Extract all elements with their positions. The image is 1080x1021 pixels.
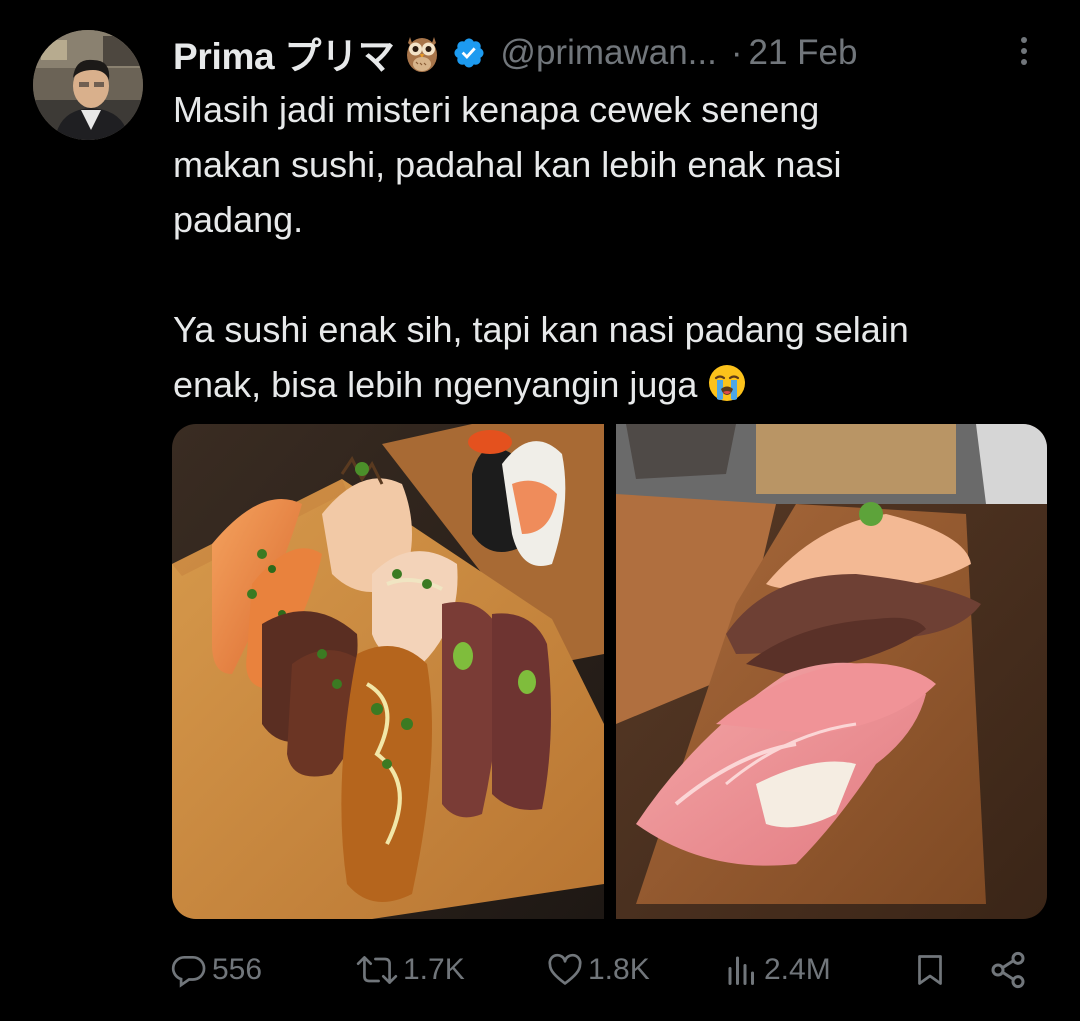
loudly-crying-face-icon <box>707 363 747 403</box>
tweet-actions: 556 1.7K 1.8K 2.4M <box>170 945 1040 995</box>
display-name[interactable]: Prima プリマ <box>173 26 395 80</box>
reply-count: 556 <box>212 953 263 986</box>
sushi-photo-1[interactable] <box>172 424 604 919</box>
repost-count: 1.7K <box>403 953 465 986</box>
more-options-icon[interactable] <box>1012 34 1036 70</box>
avatar-image <box>33 30 143 140</box>
like-button[interactable]: 1.8K <box>546 945 650 995</box>
user-handle[interactable]: @primawan... <box>500 33 716 73</box>
date-separator: · <box>730 33 743 72</box>
heart-icon <box>548 953 582 985</box>
tweet-date[interactable]: 21 Feb <box>749 33 858 73</box>
owl-emoji-icon <box>404 33 440 73</box>
tweet-paragraph: Ya sushi enak sih, tapi kan nasi padang … <box>173 302 1053 412</box>
tweet-text: Masih jadi misteri kenapa cewek seneng m… <box>173 82 1053 412</box>
sushi-photo-2[interactable] <box>616 424 1047 919</box>
reply-icon <box>171 955 206 988</box>
repost-button[interactable]: 1.7K <box>355 945 465 995</box>
avatar[interactable] <box>33 30 143 140</box>
tweet-paragraph-text: Ya sushi enak sih, tapi kan nasi padang … <box>173 309 909 405</box>
bookmark-icon <box>918 955 942 985</box>
repost-icon <box>356 956 398 984</box>
tweet-media <box>172 424 1047 919</box>
tweet-paragraph: Masih jadi misteri kenapa cewek seneng m… <box>173 89 842 240</box>
bookmark-button[interactable] <box>912 945 948 995</box>
tweet: Prima プリマ @primawan... · 21 Feb Masih ja… <box>0 0 1080 1021</box>
views-button[interactable]: 2.4M <box>724 945 831 995</box>
verified-badge-icon[interactable] <box>452 36 486 70</box>
tweet-header: Prima プリマ @primawan... · 21 Feb <box>173 27 857 79</box>
share-button[interactable] <box>988 945 1028 995</box>
views-icon <box>728 956 754 985</box>
reply-button[interactable]: 556 <box>170 945 262 995</box>
share-icon <box>991 951 1025 989</box>
views-count: 2.4M <box>764 953 831 986</box>
like-count: 1.8K <box>588 953 650 986</box>
